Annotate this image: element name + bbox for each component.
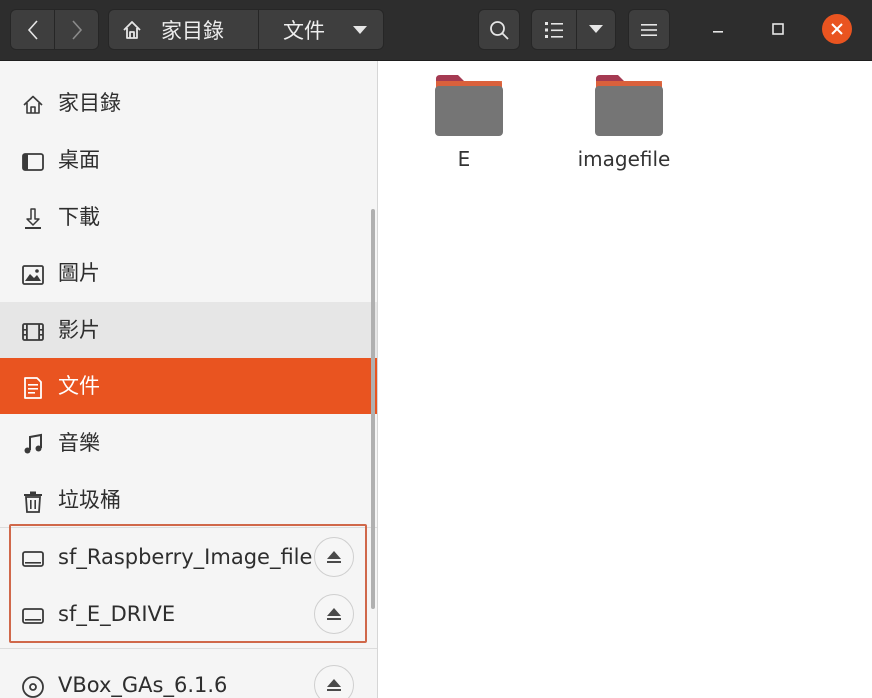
- videos-icon: [22, 323, 44, 341]
- disc-icon: [22, 676, 44, 698]
- sidebar-item-vbox-gas[interactable]: VBox_GAs_6.1.6: [0, 657, 377, 698]
- home-icon: [23, 95, 43, 114]
- sidebar-item-pictures[interactable]: 圖片: [0, 245, 377, 301]
- back-button[interactable]: [10, 9, 55, 50]
- folder-icon: [595, 75, 663, 136]
- sidebar-item-trash[interactable]: 垃圾桶: [0, 472, 377, 528]
- menu-button[interactable]: [628, 9, 670, 50]
- list-view-button[interactable]: [531, 9, 577, 50]
- sidebar-item-home[interactable]: 家目錄: [0, 75, 377, 131]
- hamburger-icon: [641, 23, 657, 36]
- chevron-left-icon: [27, 19, 38, 40]
- search-button[interactable]: [478, 9, 520, 50]
- sidebar-item-label: 文件: [58, 374, 100, 398]
- chevron-down-icon: [353, 26, 367, 34]
- music-icon: [24, 433, 42, 454]
- path-bar-documents[interactable]: 文件: [258, 9, 384, 50]
- folder-name: imagefile: [577, 147, 671, 171]
- minimize-icon: [713, 31, 723, 33]
- search-icon: [490, 20, 509, 40]
- chevron-down-icon: [589, 25, 603, 33]
- path-bar-home[interactable]: 家目錄: [108, 9, 259, 50]
- eject-button[interactable]: [314, 665, 354, 698]
- folder-item[interactable]: imagefile: [564, 73, 684, 183]
- close-button[interactable]: [822, 14, 852, 44]
- forward-button[interactable]: [54, 9, 99, 50]
- sidebar-item-label: VBox_GAs_6.1.6: [58, 673, 228, 697]
- sidebar-separator: [0, 648, 377, 649]
- maximize-icon: [772, 23, 784, 35]
- sidebar-item-desktop[interactable]: 桌面: [0, 132, 377, 188]
- home-icon: [123, 20, 141, 39]
- header-bar: 家目錄 文件: [0, 0, 872, 61]
- pictures-icon: [22, 265, 44, 285]
- view-options-button[interactable]: [576, 9, 616, 50]
- desktop-icon: [22, 153, 44, 171]
- folder-name: E: [457, 147, 471, 171]
- folder-icon: [435, 75, 503, 136]
- list-view-icon: [545, 21, 563, 38]
- sidebar-item-label: 下載: [58, 205, 100, 229]
- trash-icon: [24, 491, 42, 513]
- file-view: E imagefile: [378, 61, 872, 698]
- sidebar-item-label: 桌面: [58, 148, 100, 172]
- minimize-button[interactable]: [703, 14, 733, 44]
- download-icon: [25, 208, 41, 229]
- eject-icon: [327, 679, 341, 691]
- folder-item[interactable]: E: [404, 73, 524, 183]
- sidebar-item-downloads[interactable]: 下載: [0, 189, 377, 245]
- mount-highlight-box: [9, 524, 367, 643]
- chevron-right-icon: [71, 19, 82, 40]
- documents-icon: [24, 377, 42, 399]
- sidebar-item-documents[interactable]: 文件: [0, 358, 377, 414]
- sidebar-item-label: 影片: [58, 318, 100, 342]
- path-documents-label: 文件: [283, 18, 325, 43]
- sidebar: 家目錄 桌面 下載 圖片 影片 文件 音樂 垃圾桶 sf_Raspberry_I…: [0, 61, 378, 698]
- sidebar-item-music[interactable]: 音樂: [0, 415, 377, 471]
- sidebar-item-videos[interactable]: 影片: [0, 302, 377, 358]
- path-home-label: 家目錄: [161, 18, 224, 43]
- sidebar-item-label: 圖片: [58, 261, 100, 285]
- sidebar-item-label: 音樂: [58, 431, 100, 455]
- sidebar-scrollbar[interactable]: [371, 209, 375, 609]
- close-icon: [831, 23, 843, 35]
- sidebar-item-label: 垃圾桶: [58, 488, 121, 512]
- sidebar-item-label: 家目錄: [58, 91, 121, 115]
- maximize-button[interactable]: [763, 14, 793, 44]
